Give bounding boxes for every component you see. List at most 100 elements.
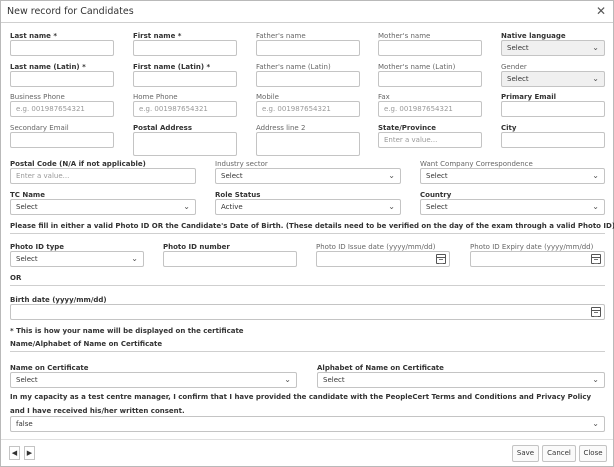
secondary-email-input[interactable] xyxy=(10,132,114,148)
first-name-latin-label: First name (Latin) * xyxy=(133,63,211,71)
last-name-latin-input[interactable] xyxy=(10,71,114,87)
native-language-select[interactable]: Select ⌄ xyxy=(501,40,605,56)
consent-text-line-1: In my capacity as a test centre manager,… xyxy=(10,393,592,401)
mothers-name-input[interactable] xyxy=(378,40,482,56)
mobile-input[interactable]: e.g. 001987654321 xyxy=(256,101,360,117)
fax-input[interactable]: e.g. 001987654321 xyxy=(378,101,482,117)
close-button[interactable]: Close xyxy=(579,445,607,462)
postal-code-input[interactable]: Enter a value... xyxy=(10,168,196,184)
home-phone-label: Home Phone xyxy=(133,93,178,101)
new-record-dialog: New record for Candidates ✕ Last name * … xyxy=(0,0,614,467)
certificate-note: * This is how your name will be displaye… xyxy=(10,327,244,335)
role-status-value: Active xyxy=(221,203,243,211)
photo-id-type-label: Photo ID type xyxy=(10,243,65,251)
industry-sector-value: Select xyxy=(221,172,243,180)
home-phone-input[interactable]: e.g. 001987654321 xyxy=(133,101,237,117)
want-company-correspondence-label: Want Company Correspondence xyxy=(420,160,533,168)
cancel-button[interactable]: Cancel xyxy=(542,445,576,462)
consent-value: false xyxy=(16,420,33,428)
dialog-titlebar: New record for Candidates ✕ xyxy=(1,1,613,23)
business-phone-input[interactable]: e.g. 001987654321 xyxy=(10,101,114,117)
or-divider xyxy=(10,285,605,286)
chevron-down-icon: ⌄ xyxy=(592,43,599,52)
footer-divider xyxy=(1,439,613,440)
alphabet-on-certificate-select[interactable]: Select ⌄ xyxy=(317,372,605,388)
calendar-icon[interactable] xyxy=(591,307,601,317)
fathers-name-latin-input[interactable] xyxy=(256,71,360,87)
address-line-2-input[interactable] xyxy=(256,132,360,156)
first-name-label: First name * xyxy=(133,32,182,40)
close-icon[interactable]: ✕ xyxy=(596,4,606,18)
calendar-icon[interactable] xyxy=(436,254,446,264)
name-on-certificate-value: Select xyxy=(16,376,38,384)
industry-sector-label: Industry sector xyxy=(215,160,268,168)
name-on-certificate-select[interactable]: Select ⌄ xyxy=(10,372,297,388)
fax-label: Fax xyxy=(378,93,390,101)
name-on-certificate-label: Name on Certificate xyxy=(10,364,89,372)
save-button[interactable]: Save xyxy=(512,445,539,462)
photo-id-notice: Please fill in either a valid Photo ID O… xyxy=(10,222,614,230)
calendar-icon[interactable] xyxy=(591,254,601,264)
native-language-label: Native language xyxy=(501,32,566,40)
last-name-label: Last name * xyxy=(10,32,57,40)
consent-text-line-2: and I have received his/her written cons… xyxy=(10,407,185,415)
industry-sector-select[interactable]: Select ⌄ xyxy=(215,168,401,184)
city-label: City xyxy=(501,124,517,132)
previous-record-button[interactable]: ◀ xyxy=(9,446,20,460)
tc-name-select[interactable]: Select ⌄ xyxy=(10,199,196,215)
consent-select[interactable]: false ⌄ xyxy=(10,416,605,432)
tc-name-value: Select xyxy=(16,203,38,211)
chevron-down-icon: ⌄ xyxy=(388,202,395,211)
next-record-button[interactable]: ▶ xyxy=(24,446,35,460)
postal-code-label: Postal Code (N/A if not applicable) xyxy=(10,160,146,168)
country-label: Country xyxy=(420,191,452,199)
chevron-down-icon: ⌄ xyxy=(388,171,395,180)
alphabet-on-certificate-label: Alphabet of Name on Certificate xyxy=(317,364,444,372)
last-name-latin-label: Last name (Latin) * xyxy=(10,63,86,71)
name-alphabet-heading: Name/Alphabet of Name on Certificate xyxy=(10,340,163,348)
chevron-down-icon: ⌄ xyxy=(592,202,599,211)
fathers-name-latin-label: Father's name (Latin) xyxy=(256,63,331,71)
mothers-name-label: Mother's name xyxy=(378,32,431,40)
country-value: Select xyxy=(426,203,448,211)
certificate-divider xyxy=(10,351,605,352)
last-name-input[interactable] xyxy=(10,40,114,56)
want-company-correspondence-select[interactable]: Select ⌄ xyxy=(420,168,605,184)
birth-date-input[interactable] xyxy=(10,304,605,320)
state-province-input[interactable]: Enter a value... xyxy=(378,132,482,148)
photo-id-number-input[interactable] xyxy=(163,251,297,267)
business-phone-label: Business Phone xyxy=(10,93,65,101)
photo-id-expiry-date-label: Photo ID Expiry date (yyyy/mm/dd) xyxy=(470,243,594,251)
first-name-input[interactable] xyxy=(133,40,237,56)
chevron-down-icon: ⌄ xyxy=(592,74,599,83)
fathers-name-label: Father's name xyxy=(256,32,306,40)
city-input[interactable] xyxy=(501,132,605,148)
fathers-name-input[interactable] xyxy=(256,40,360,56)
alphabet-on-certificate-value: Select xyxy=(323,376,345,384)
chevron-down-icon: ⌄ xyxy=(131,254,138,263)
native-language-value: Select xyxy=(507,44,529,52)
gender-select[interactable]: Select ⌄ xyxy=(501,71,605,87)
photo-id-issue-date-label: Photo ID Issue date (yyyy/mm/dd) xyxy=(316,243,436,251)
chevron-down-icon: ⌄ xyxy=(592,171,599,180)
first-name-latin-input[interactable] xyxy=(133,71,237,87)
photo-id-issue-date-input[interactable] xyxy=(316,251,450,267)
photo-section-divider xyxy=(10,233,605,234)
secondary-email-label: Secondary Email xyxy=(10,124,69,132)
role-status-label: Role Status xyxy=(215,191,261,199)
chevron-down-icon: ⌄ xyxy=(592,419,599,428)
primary-email-label: Primary Email xyxy=(501,93,557,101)
dialog-title: New record for Candidates xyxy=(7,6,134,17)
role-status-select[interactable]: Active ⌄ xyxy=(215,199,401,215)
chevron-down-icon: ⌄ xyxy=(183,202,190,211)
gender-value: Select xyxy=(507,75,529,83)
chevron-down-icon: ⌄ xyxy=(284,375,291,384)
mothers-name-latin-input[interactable] xyxy=(378,71,482,87)
mobile-label: Mobile xyxy=(256,93,279,101)
photo-id-type-select[interactable]: Select ⌄ xyxy=(10,251,144,267)
tc-name-label: TC Name xyxy=(10,191,45,199)
country-select[interactable]: Select ⌄ xyxy=(420,199,605,215)
primary-email-input[interactable] xyxy=(501,101,605,117)
photo-id-expiry-date-input[interactable] xyxy=(470,251,605,267)
postal-address-input[interactable] xyxy=(133,132,237,156)
